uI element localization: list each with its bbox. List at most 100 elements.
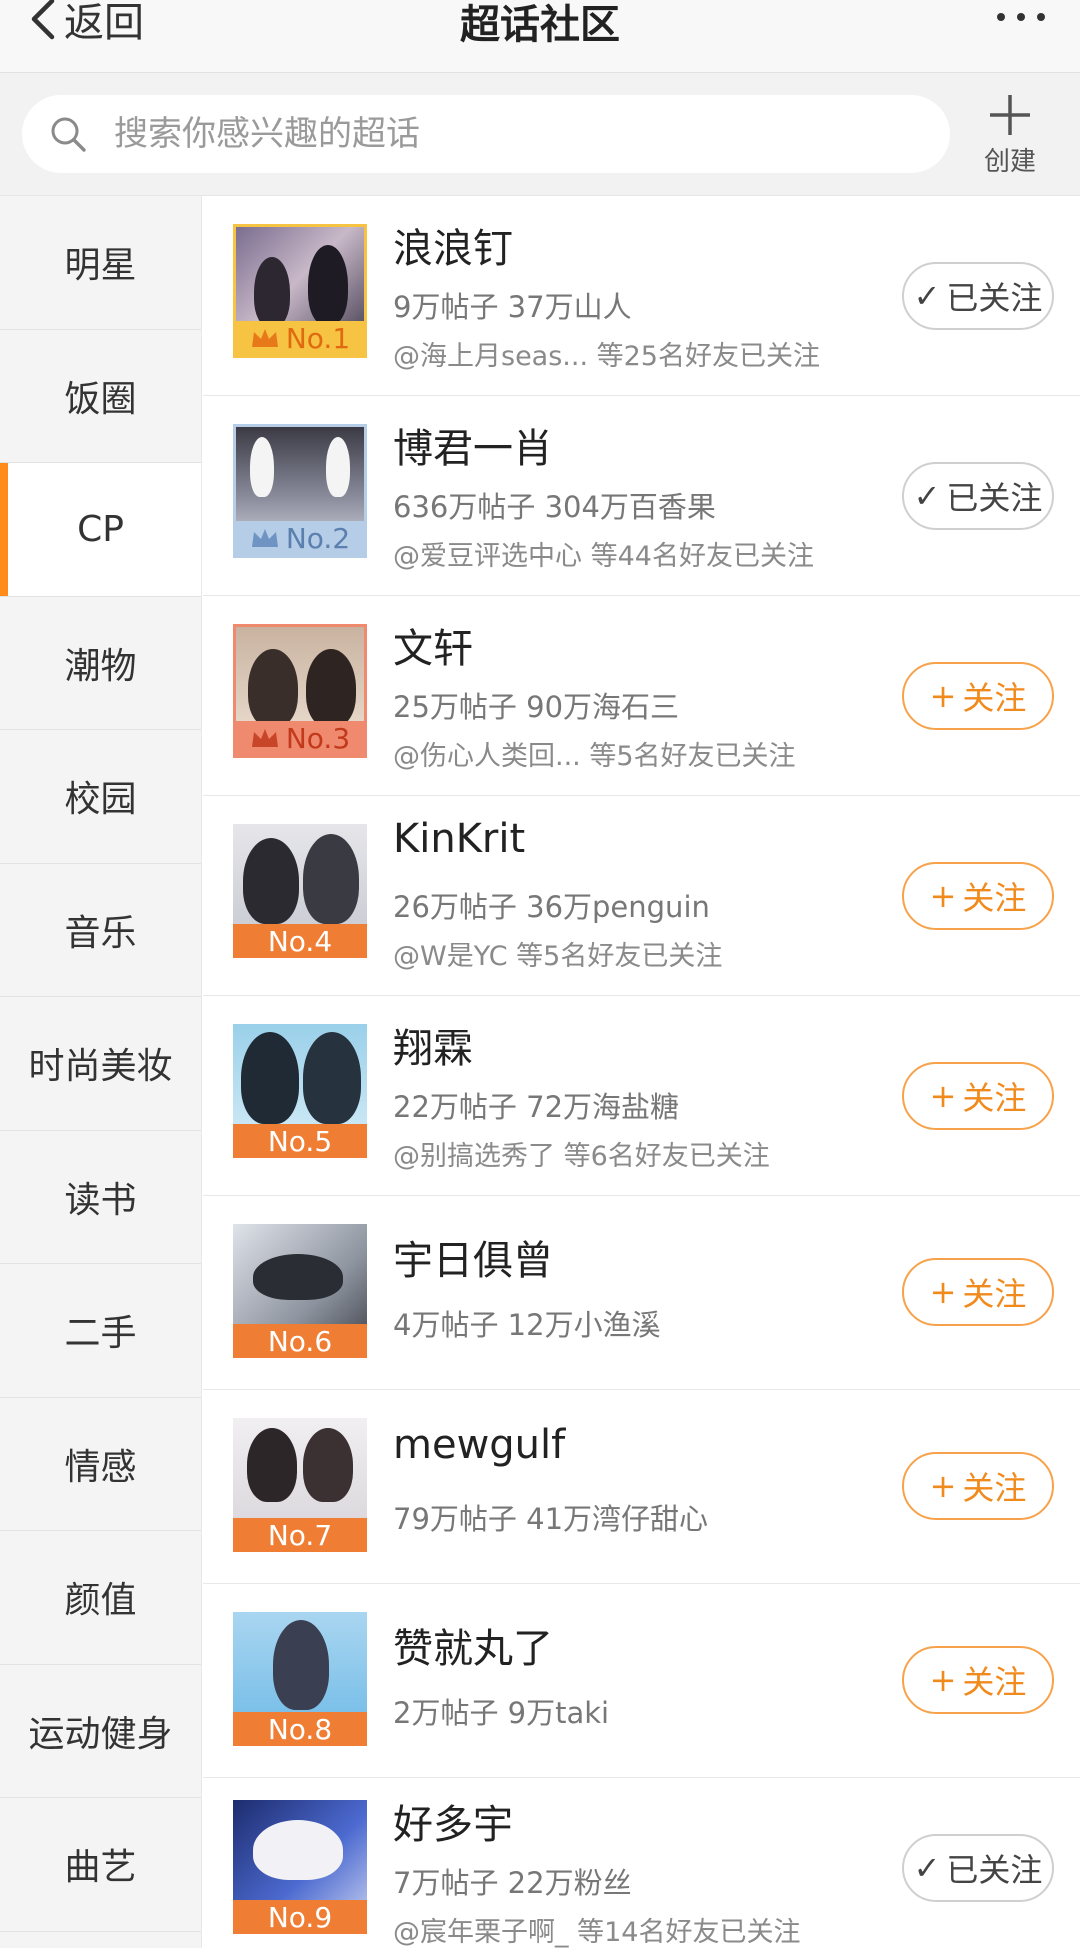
friends-followed: @别搞选秀了 等6名好友已关注: [393, 1141, 770, 1172]
topic-row[interactable]: No.6 宇日俱曾 4万帖子 12万小渔溪 + 关注: [203, 1196, 1080, 1390]
category-label: 情感: [64, 1446, 137, 1488]
followed-button[interactable]: ✓ 已关注: [902, 262, 1054, 330]
rank-label: No.8: [267, 1712, 333, 1746]
rank-label: No.7: [267, 1518, 333, 1552]
crown-icon: [251, 529, 278, 547]
topic-stats: 9万帖子 37万山人: [393, 290, 632, 324]
more-options-button[interactable]: [986, 0, 1056, 34]
check-icon: ✓: [913, 1849, 941, 1887]
friends-followed: @宸年栗子啊_ 等14名好友已关注: [393, 1917, 801, 1948]
category-item-emotion[interactable]: 情感: [0, 1398, 201, 1531]
topic-cover-image: No.9: [233, 1800, 367, 1934]
category-item-folk-arts[interactable]: 曲艺: [0, 1798, 201, 1932]
follow-button[interactable]: + 关注: [902, 862, 1054, 930]
topic-stats: 79万帖子 41万湾仔甜心: [393, 1502, 709, 1536]
rank-badge: No.5: [233, 1124, 367, 1158]
category-item-second-hand[interactable]: 二手: [0, 1264, 201, 1398]
topic-name: 翔霖: [393, 1026, 473, 1072]
category-item-stars[interactable]: 明星: [0, 196, 201, 330]
search-box[interactable]: [22, 95, 950, 173]
topic-cover-image: No.7: [233, 1418, 367, 1552]
create-button[interactable]: 创建: [970, 93, 1050, 183]
topic-row[interactable]: No.8 赞就丸了 2万帖子 9万taki + 关注: [203, 1584, 1080, 1778]
topic-name: 博君一肖: [393, 426, 553, 472]
rank-badge: No.7: [233, 1518, 367, 1552]
topic-cover-image: No.4: [233, 824, 367, 958]
follow-button[interactable]: + 关注: [902, 1258, 1054, 1326]
category-label: 二手: [64, 1313, 137, 1355]
check-icon: ✓: [913, 277, 941, 315]
topic-name: 文轩: [393, 626, 473, 672]
topic-stats: 4万帖子 12万小渔溪: [393, 1308, 661, 1342]
friends-followed: @W是YC 等5名好友已关注: [393, 941, 723, 972]
check-icon: ✓: [913, 477, 941, 515]
category-item-cp[interactable]: CP: [0, 463, 201, 597]
topic-row[interactable]: No.5 翔霖 22万帖子 72万海盐糖 @别搞选秀了 等6名好友已关注 + 关注: [203, 996, 1080, 1196]
topic-row[interactable]: No.1 浪浪钉 9万帖子 37万山人 @海上月seas... 等25名好友已关…: [203, 196, 1080, 396]
category-label: 颜值: [64, 1580, 137, 1622]
crown-icon: [251, 329, 278, 347]
category-item-music[interactable]: 音乐: [0, 864, 201, 997]
category-item-fashion-beauty[interactable]: 时尚美妆: [0, 997, 201, 1131]
follow-button[interactable]: + 关注: [902, 1646, 1054, 1714]
topic-name: KinKrit: [393, 816, 526, 862]
category-item-fandom[interactable]: 饭圈: [0, 330, 201, 463]
more-dots-icon: [1037, 13, 1045, 21]
rank-label: No.6: [267, 1324, 333, 1358]
top-nav-bar: 返回 超话社区: [0, 0, 1080, 72]
category-item-reading[interactable]: 读书: [0, 1131, 201, 1264]
follow-button-label: 关注: [962, 879, 1027, 917]
topic-name: 浪浪钉: [393, 226, 513, 272]
topic-row[interactable]: No.4 KinKrit 26万帖子 36万penguin @W是YC 等5名好…: [203, 796, 1080, 996]
category-label: 饭圈: [64, 378, 137, 420]
topic-cover-image: No.2: [233, 424, 367, 558]
rank-label: No.2: [285, 521, 351, 555]
rank-badge: No.1: [236, 321, 364, 355]
follow-button[interactable]: + 关注: [902, 1452, 1054, 1520]
category-item-fitness[interactable]: 运动健身: [0, 1665, 201, 1798]
follow-button-label: 关注: [962, 1275, 1027, 1313]
search-input[interactable]: [114, 114, 914, 154]
search-icon: [51, 117, 86, 152]
create-label: 创建: [983, 147, 1036, 177]
topic-name: 赞就丸了: [393, 1626, 553, 1672]
topic-stats: 636万帖子 304万百香果: [393, 490, 716, 524]
followed-button[interactable]: ✓ 已关注: [902, 462, 1054, 530]
topic-stats: 2万帖子 9万taki: [393, 1696, 610, 1730]
topic-row[interactable]: No.9 好多宇 7万帖子 22万粉丝 @宸年栗子啊_ 等14名好友已关注 ✓ 已…: [203, 1778, 1080, 1948]
follow-button-label: 关注: [962, 1079, 1027, 1117]
category-label: 曲艺: [64, 1847, 137, 1889]
follow-button-label: 关注: [962, 679, 1027, 717]
topic-row[interactable]: No.3 文轩 25万帖子 90万海石三 @伤心人类回... 等5名好友已关注 …: [203, 596, 1080, 796]
topic-cover-image: No.1: [233, 224, 367, 358]
topic-name: mewgulf: [393, 1422, 566, 1468]
category-label: CP: [77, 508, 124, 550]
rank-badge: No.6: [233, 1324, 367, 1358]
topic-name: 好多宇: [393, 1802, 513, 1848]
topic-stats: 26万帖子 36万penguin: [393, 890, 710, 924]
search-row: 创建: [0, 72, 1080, 196]
rank-label: No.3: [285, 721, 351, 755]
topic-row[interactable]: No.7 mewgulf 79万帖子 41万湾仔甜心 + 关注: [203, 1390, 1080, 1584]
plus-icon: +: [929, 677, 957, 715]
rank-label: No.4: [267, 924, 333, 958]
topic-stats: 7万帖子 22万粉丝: [393, 1866, 632, 1900]
category-item-trendy[interactable]: 潮物: [0, 597, 201, 730]
plus-icon: +: [929, 1467, 957, 1505]
category-label: 音乐: [64, 912, 137, 954]
category-label: 校园: [64, 779, 137, 821]
follow-button[interactable]: + 关注: [902, 662, 1054, 730]
rank-badge: No.3: [236, 721, 364, 755]
rank-badge: No.8: [233, 1712, 367, 1746]
topic-name: 宇日俱曾: [393, 1238, 553, 1284]
rank-label: No.9: [267, 1900, 333, 1934]
friends-followed: @伤心人类回... 等5名好友已关注: [393, 741, 796, 772]
category-label: 运动健身: [28, 1713, 173, 1755]
category-item-campus[interactable]: 校园: [0, 730, 201, 864]
follow-button[interactable]: + 关注: [902, 1062, 1054, 1130]
topic-row[interactable]: No.2 博君一肖 636万帖子 304万百香果 @爱豆评选中心 等44名好友已…: [203, 396, 1080, 596]
category-label: 时尚美妆: [28, 1046, 173, 1088]
category-item-looks[interactable]: 颜值: [0, 1531, 201, 1665]
follow-button-label: 已关注: [946, 279, 1043, 317]
followed-button[interactable]: ✓ 已关注: [902, 1834, 1054, 1902]
